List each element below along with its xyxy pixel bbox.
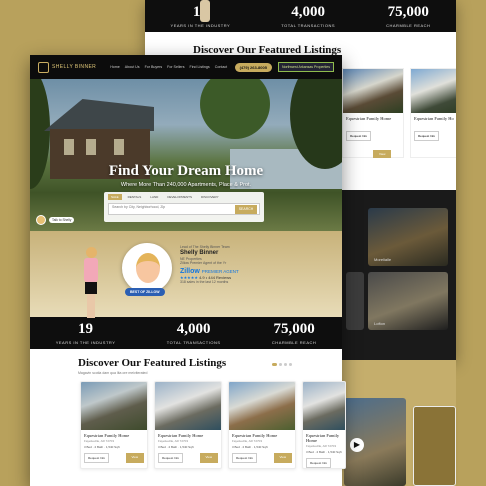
site-logo[interactable]: SHELLY BINNER [38, 61, 96, 73]
stat-transactions: 4,000 TOTAL TRANSACTIONS [281, 3, 336, 28]
gallery-label: Lofton [374, 321, 386, 326]
listing-image [81, 382, 147, 430]
navbar: SHELLY BINNER Home About Us For Buyers F… [30, 55, 342, 79]
back-listing-card[interactable]: Equestrian Family Home Request Info View [342, 68, 404, 158]
tab-land[interactable]: LAND [147, 194, 161, 200]
listing-card[interactable]: Equestrian Family Home Fayetteville, AR … [228, 381, 296, 469]
agent-info: Lead of The Shelly Binner Team Shelly Bi… [180, 245, 239, 284]
agent-figure [80, 247, 102, 319]
gallery-image: Lofton [368, 272, 448, 330]
tab-rentals[interactable]: RENTALS [125, 194, 145, 200]
stat-reach: 75,000 CHARMBLE REACH [271, 320, 317, 345]
search-panel: SALE RENTALS LAND DEVELOPMENTS DISCOVERY… [104, 192, 264, 222]
nav-item-listings[interactable]: Find Listings [190, 65, 210, 69]
featured-title: Discover Our Featured Listings [78, 357, 227, 369]
listing-title: Equestrian Family Home [158, 433, 204, 438]
gallery-label: Morelialle [374, 257, 392, 262]
agent-name: Shelly Binner [180, 250, 219, 256]
hero-subtitle: Where More Than 240,000 Apartments, Plac… [120, 182, 252, 188]
listing-title: Equestrian Family Home [306, 433, 340, 443]
agent-portrait [122, 243, 172, 293]
tab-discovery[interactable]: DISCOVERY [198, 194, 222, 200]
featured-section: Discover Our Featured Listings Magavin s… [30, 349, 342, 375]
play-icon[interactable]: ▶ [350, 438, 364, 452]
nav-menu: Home About Us For Buyers For Sellers Fin… [110, 65, 227, 69]
stat-years: 19YEARS IN THE INDUSTRY [55, 320, 116, 345]
hero-text: Find Your Dream Home Where More Than 240… [30, 163, 342, 188]
zillow-logo: Zillow PREMIER AGENT [180, 268, 239, 275]
stat-reach: 75,000 CHARMBLE REACH [386, 3, 431, 28]
nav-item-contact[interactable]: Contact [215, 65, 227, 69]
listing-title: Equestrian Family Ho [414, 116, 454, 121]
request-info-button[interactable]: Request Info [346, 131, 372, 141]
listing-card[interactable]: Equestrian Family Home Fayetteville, AR … [154, 381, 222, 469]
request-info-button[interactable]: Request Info [232, 453, 258, 463]
nwa-badge: Northwest Arkansas Properties [277, 62, 334, 72]
search-button[interactable]: SEARCH [235, 205, 257, 214]
tab-sale[interactable]: SALE [108, 194, 122, 200]
request-info-button[interactable]: Request Info [158, 453, 184, 463]
chat-label: Talk to Shelly [49, 217, 75, 223]
dark-gallery-panel: Morelialle Lofton [342, 190, 456, 360]
search-tabs: SALE RENTALS LAND DEVELOPMENTS DISCOVERY [108, 194, 260, 200]
phone-button[interactable]: (479) 263-8005 [234, 62, 272, 72]
nav-item-sellers[interactable]: For Sellers [167, 65, 184, 69]
nav-item-home[interactable]: Home [110, 65, 120, 69]
listing-title: Equestrian Family Home [84, 433, 130, 438]
listing-image [155, 382, 221, 430]
listing-cards: Equestrian Family Home Fayetteville, AR … [80, 381, 346, 469]
carousel-dots[interactable] [272, 363, 292, 366]
back-stats-bar: 19YEARS IN THE INDUSTRY 4,000TOTAL TRANS… [145, 0, 456, 32]
back-cards: Equestrian Family Home Request InfoView … [342, 68, 456, 158]
stats-bar: 19 YEARS IN THE INDUSTRY 4,000 TOTAL TRANS… [30, 317, 342, 349]
listing-title: Equestrian Family Home [346, 116, 392, 121]
agent-section: BEST OF ZILLOW Lead of The Shelly Binner… [30, 231, 342, 319]
request-info-button[interactable]: Request Info [84, 453, 110, 463]
nav-item-about[interactable]: About Us [125, 65, 140, 69]
best-of-zillow-badge: BEST OF ZILLOW [125, 288, 165, 296]
listing-image [411, 69, 456, 113]
view-button[interactable]: View [273, 453, 292, 463]
listing-image [229, 382, 295, 430]
gallery-image [346, 272, 364, 330]
listing-title: Equestrian Family Home [232, 433, 278, 438]
chat-widget[interactable]: Talk to Shelly [36, 215, 75, 225]
video-thumbnail[interactable]: ▶ [344, 398, 406, 486]
gallery-image: Morelialle [368, 208, 448, 266]
view-button[interactable]: View [199, 453, 218, 463]
request-info-button[interactable]: Request Info [306, 458, 332, 468]
listing-card[interactable]: Equestrian Family Home Fayetteville, AR … [80, 381, 148, 469]
back-listing-card[interactable]: Equestrian Family Ho Request Info [410, 68, 456, 158]
listing-card[interactable]: Equestrian Family Home Fayetteville, AR … [302, 381, 346, 469]
chat-avatar [36, 215, 46, 225]
nav-item-buyers[interactable]: For Buyers [145, 65, 163, 69]
hero-title: Find Your Dream Home [108, 163, 264, 179]
featured-subtitle: Magavin scotia dam qua lita ore meiviter… [78, 371, 148, 375]
tab-developments[interactable]: DEVELOPMENTS [164, 194, 195, 200]
view-button[interactable]: View [373, 150, 392, 158]
request-info-button[interactable]: Request Info [414, 131, 440, 141]
listing-image [303, 382, 345, 430]
logo-mark-icon [38, 61, 49, 73]
gold-info-card [413, 406, 456, 486]
view-button[interactable]: View [125, 453, 144, 463]
stat-transactions: 4,000 TOTAL TRANSACTIONS [166, 320, 221, 345]
agent-figure-partial [200, 0, 210, 22]
search-input[interactable]: Search by City, Neighborhood, Zip SEARCH [108, 203, 260, 215]
listing-image [343, 69, 403, 113]
